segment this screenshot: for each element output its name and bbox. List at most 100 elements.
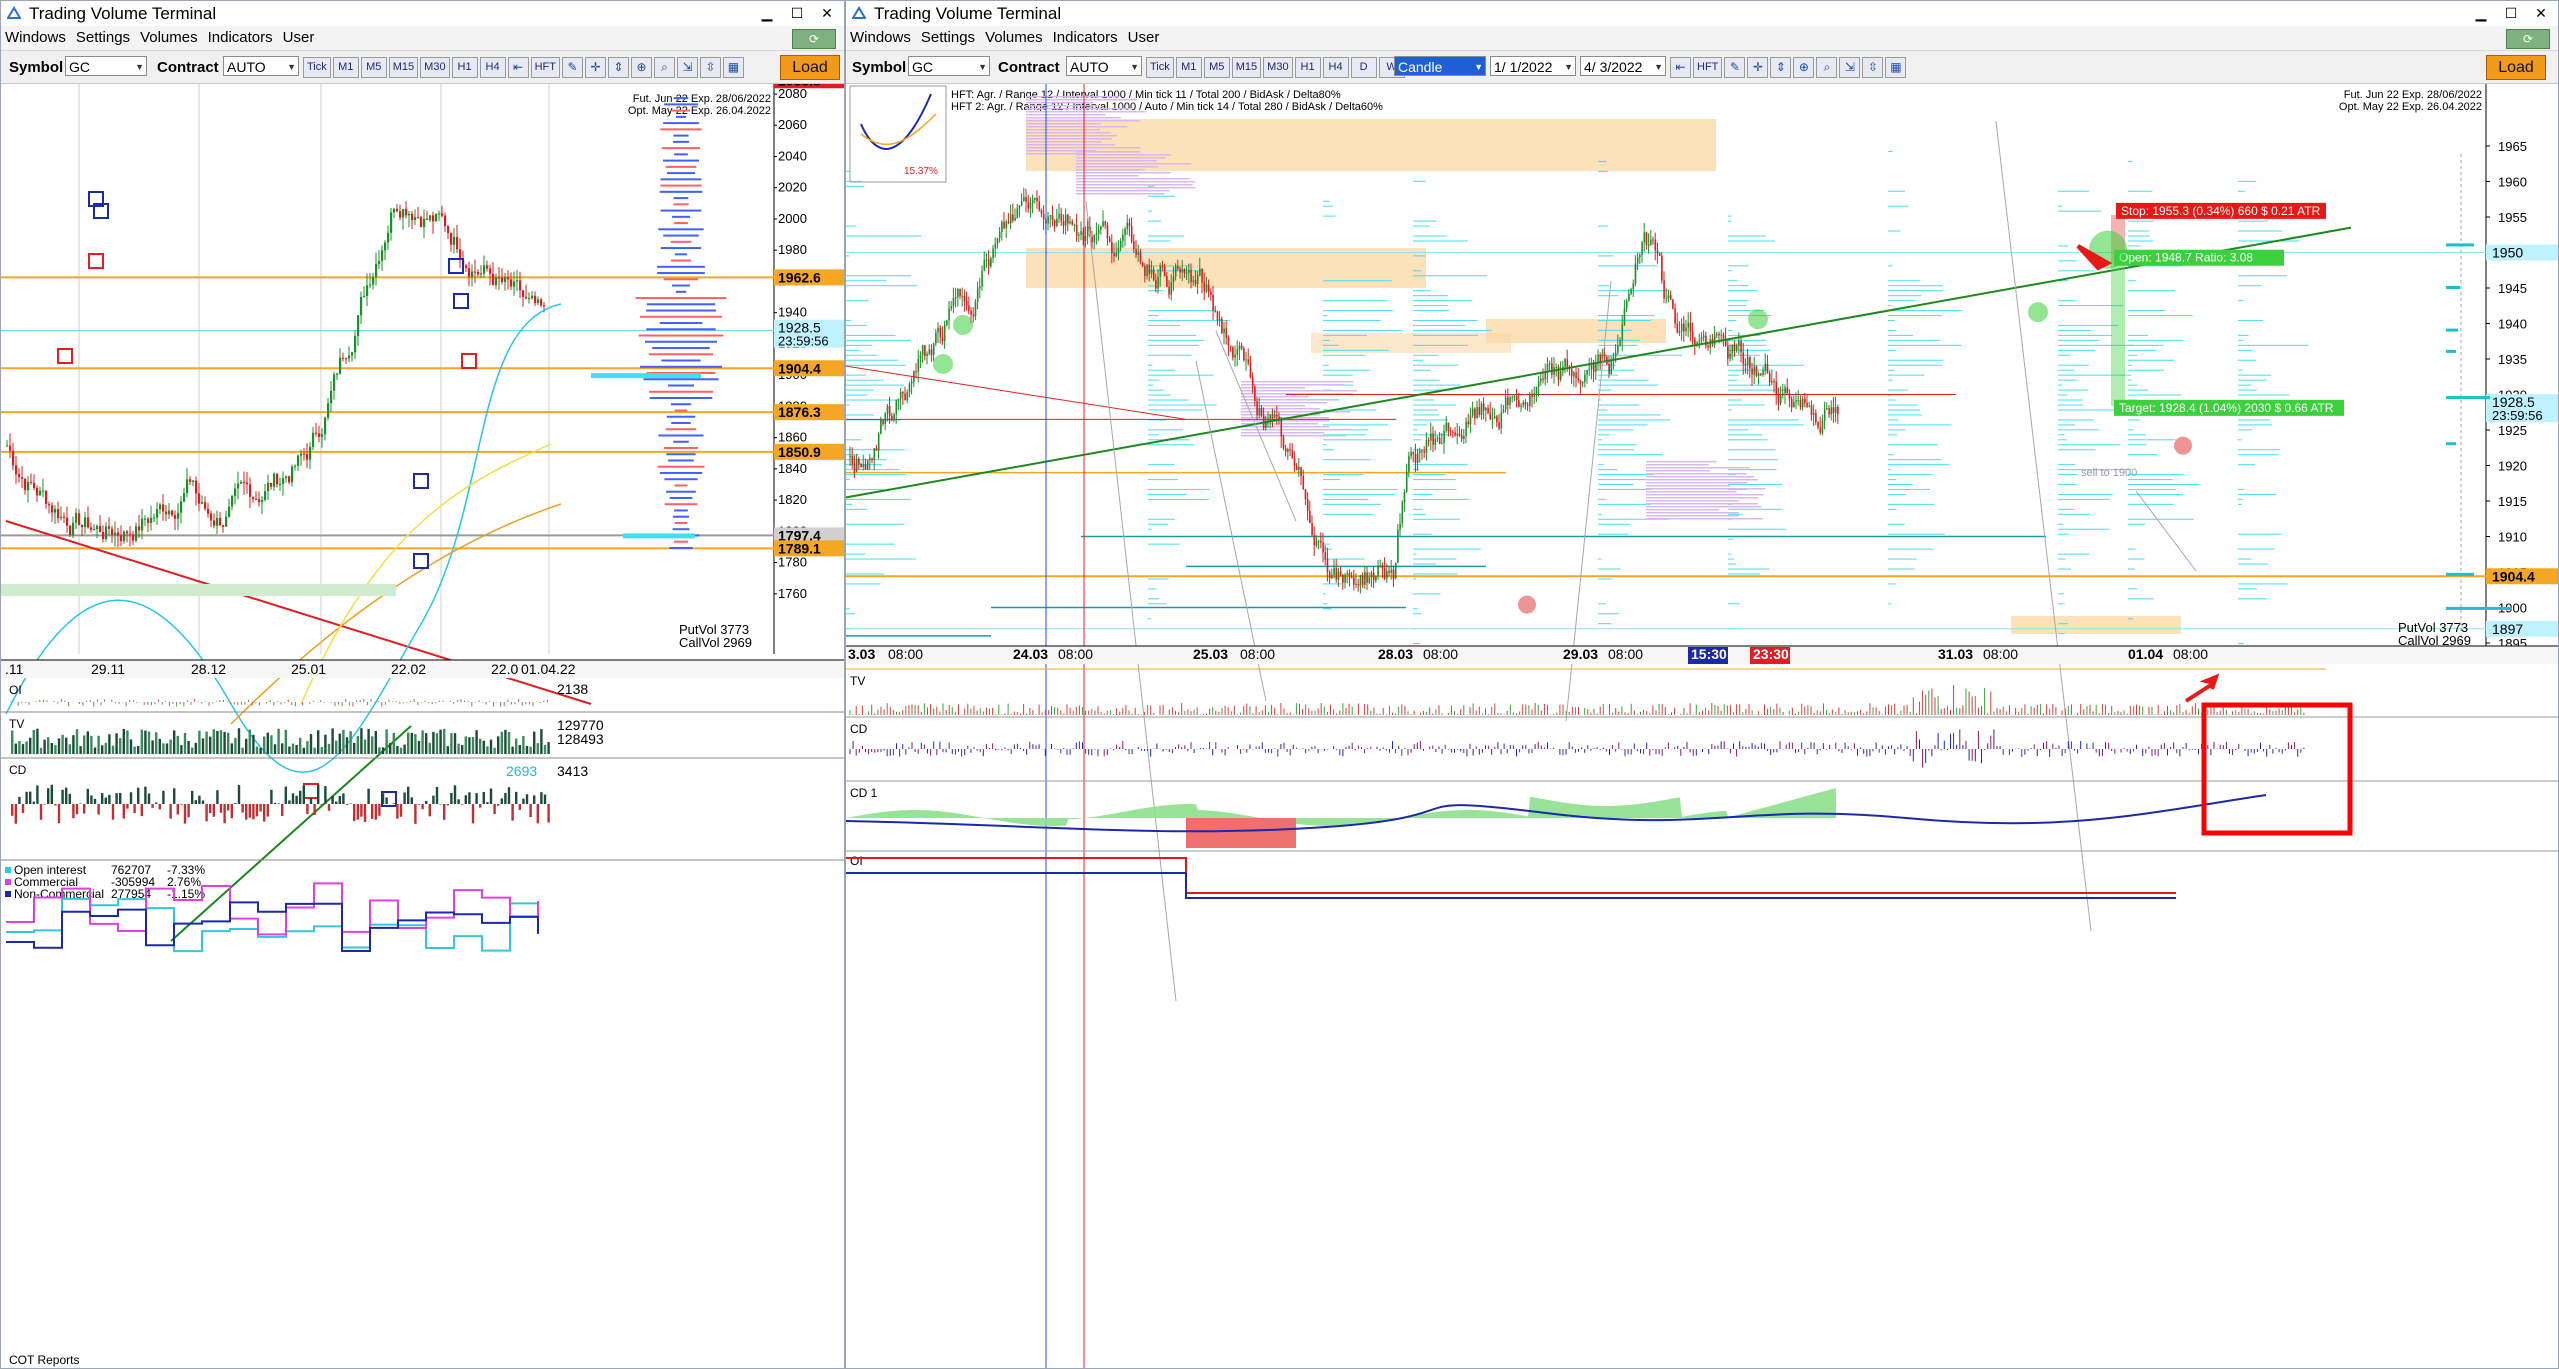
countdown-value: 23:59:56 (778, 334, 829, 349)
menu-windows[interactable]: Windows (5, 29, 66, 46)
minimize-icon[interactable]: ▁ (2468, 3, 2494, 23)
candle-body (1273, 415, 1276, 418)
tv-bar (21, 744, 25, 754)
contract-select[interactable]: AUTO ▼ (223, 56, 299, 76)
close-icon[interactable]: ✕ (814, 3, 840, 23)
symbol-select[interactable]: GC ▼ (908, 56, 990, 76)
candle-body (1069, 221, 1071, 224)
maximize-icon[interactable]: ☐ (2498, 3, 2524, 23)
candle-body (1619, 339, 1621, 346)
profile-bar (1598, 424, 1648, 426)
hft-button[interactable]: HFT (1693, 57, 1723, 78)
profile-bar (1598, 170, 1608, 172)
menu-volumes[interactable]: Volumes (140, 29, 198, 46)
profile-bar (2058, 245, 2069, 247)
profile-bar-violet (1646, 470, 1710, 472)
target-icon[interactable]: ⊕ (1793, 57, 1815, 78)
snap-icon[interactable]: ⇲ (676, 57, 698, 78)
chart-type-select[interactable]: Candle ▼ (1394, 56, 1486, 76)
profile-bar (2058, 270, 2095, 272)
crosshair-icon[interactable]: ✛ (584, 57, 606, 78)
hft-button[interactable]: HFT (530, 57, 560, 78)
candle-body (522, 290, 525, 297)
profile-bar (1413, 464, 1468, 466)
candle-body (1691, 331, 1694, 339)
load-button[interactable]: Load (2486, 55, 2546, 80)
profile-bar-violet (1646, 515, 1739, 517)
menu-volumes[interactable]: Volumes (985, 29, 1043, 46)
candle-body (486, 265, 489, 269)
menu-indicators[interactable]: Indicators (1053, 29, 1118, 46)
zoom-icon[interactable]: ⌕ (653, 57, 675, 78)
tf-m1[interactable]: M1 (1175, 57, 1202, 78)
profile-bar (646, 303, 716, 306)
menu-user[interactable]: User (1128, 29, 1160, 46)
profile-bar (2058, 300, 2076, 302)
cursor-tool-icon[interactable]: ⇤ (507, 57, 529, 78)
tv-bar (302, 747, 305, 754)
close-icon[interactable]: ✕ (2528, 3, 2554, 23)
cursor-tool-icon[interactable]: ⇤ (1670, 57, 1691, 78)
pen-icon[interactable]: ✎ (1724, 57, 1746, 78)
move-icon[interactable]: ⇕ (607, 57, 629, 78)
refresh-icon[interactable]: ⟳ (2506, 29, 2550, 49)
tf-m1[interactable]: M1 (332, 57, 359, 78)
date-to-picker[interactable]: 4/ 3/2022 ▼ (1580, 56, 1666, 76)
cd-bar (302, 785, 305, 804)
tf-tick[interactable]: Tick (303, 57, 331, 78)
right-title-bar[interactable]: Trading Volume Terminal ▁ ☐ ✕ (846, 1, 2558, 27)
load-button[interactable]: Load (780, 55, 840, 80)
tf-m5[interactable]: M5 (1203, 57, 1230, 78)
candle-body (998, 231, 1001, 239)
tf-h4[interactable]: H4 (1322, 57, 1349, 78)
profile-bar (1598, 464, 1604, 466)
tf-d[interactable]: D (1350, 57, 1377, 78)
profile-bar (2128, 314, 2193, 317)
tf-h1[interactable]: H1 (451, 57, 478, 78)
left-chart-area[interactable]: 2080206020402020200019801960194019201900… (1, 84, 845, 1369)
levels-icon[interactable]: ⇳ (1862, 57, 1884, 78)
pen-icon[interactable]: ✎ (561, 57, 583, 78)
symbol-select[interactable]: GC ▼ (65, 56, 147, 76)
crosshair-icon[interactable]: ✛ (1747, 57, 1769, 78)
levels-icon[interactable]: ⇳ (699, 57, 721, 78)
cd-bar (425, 800, 428, 804)
profile-bar-violet (1026, 135, 1117, 137)
menu-settings[interactable]: Settings (76, 29, 130, 46)
menu-indicators[interactable]: Indicators (208, 29, 273, 46)
zoom-icon[interactable]: ⌕ (1816, 57, 1838, 78)
target-icon[interactable]: ⊕ (630, 57, 652, 78)
contract-select[interactable]: AUTO ▼ (1066, 56, 1142, 76)
move-icon[interactable]: ⇕ (1770, 57, 1792, 78)
maximize-icon[interactable]: ☐ (784, 3, 810, 23)
profile-bar (2128, 339, 2184, 341)
grid-icon[interactable]: ▦ (722, 57, 744, 78)
tf-h4[interactable]: H4 (479, 57, 506, 78)
profile-bar (1888, 503, 1935, 505)
profile-bar (1413, 275, 1488, 277)
profile-bar (2238, 389, 2257, 391)
menu-windows[interactable]: Windows (850, 29, 911, 46)
tf-h1[interactable]: H1 (1294, 57, 1321, 78)
right-chart-area[interactable]: 1965196019551950194519401935193019251920… (846, 84, 2559, 1369)
candle-body (1056, 218, 1058, 226)
tf-m5[interactable]: M5 (360, 57, 387, 78)
minimize-icon[interactable]: ▁ (754, 3, 780, 23)
profile-bar (1148, 339, 1205, 341)
left-title-bar[interactable]: Trading Volume Terminal ▁ ☐ ✕ (1, 1, 844, 27)
tf-m15[interactable]: M15 (1231, 57, 1262, 78)
profile-bar (1728, 513, 1743, 515)
tf-m15[interactable]: M15 (388, 57, 419, 78)
menu-user[interactable]: User (283, 29, 315, 46)
grid-icon[interactable]: ▦ (1885, 57, 1907, 78)
date-from-picker[interactable]: 1/ 1/2022 ▼ (1490, 56, 1576, 76)
tf-m30[interactable]: M30 (420, 57, 450, 78)
menu-settings[interactable]: Settings (921, 29, 975, 46)
refresh-icon[interactable]: ⟳ (792, 29, 836, 49)
tf-tick[interactable]: Tick (1146, 57, 1174, 78)
snap-icon[interactable]: ⇲ (1839, 57, 1861, 78)
profile-bar (2128, 558, 2145, 560)
tv-bar (306, 741, 309, 754)
profile-bar (2128, 245, 2141, 247)
tf-m30[interactable]: M30 (1263, 57, 1293, 78)
